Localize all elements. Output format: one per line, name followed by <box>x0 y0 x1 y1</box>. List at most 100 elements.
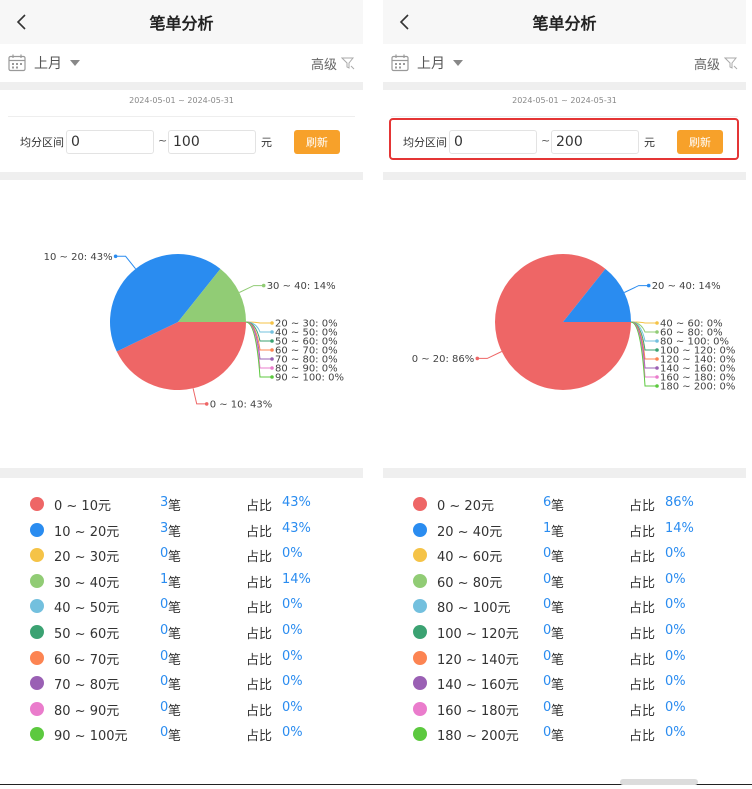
range-min-input[interactable] <box>449 130 537 154</box>
advanced-filter-button[interactable]: 高级 <box>694 52 738 74</box>
leader-dot <box>270 330 274 334</box>
legend-count-unit: 笔 <box>168 550 182 566</box>
leader-dot <box>113 254 118 259</box>
legend-row: 160 ~ 180元 0 笔占比 0% <box>383 697 746 721</box>
legend-count-unit: 笔 <box>168 703 182 719</box>
caret-down-icon <box>70 60 80 66</box>
legend-row: 100 ~ 120元 0 笔占比 0% <box>383 620 746 644</box>
calendar-icon[interactable] <box>390 53 410 73</box>
refresh-button[interactable]: 刷新 <box>677 130 723 154</box>
calendar-icon[interactable] <box>7 53 27 73</box>
legend-pct: 0% <box>282 725 303 741</box>
legend-pct-label: 占比 <box>629 575 656 591</box>
legend-dot <box>413 573 427 588</box>
legend-dot <box>413 599 427 614</box>
legend-pct-label: 占比 <box>629 601 656 617</box>
slice-label: 0 ~ 10: 43% <box>210 399 273 410</box>
nav-header: 笔单分析 <box>0 0 363 44</box>
legend-dot <box>413 548 427 563</box>
legend-dot <box>30 676 44 691</box>
legend-row: 40 ~ 50元 0 笔占比 0% <box>0 594 363 618</box>
month-selector[interactable]: 上月 <box>417 52 463 74</box>
range-row: 均分区间 ~ 元 刷新 <box>0 124 363 160</box>
legend-pct: 0% <box>282 699 303 715</box>
legend-dot <box>30 727 44 742</box>
legend-name: 10 ~ 20元 <box>54 524 120 540</box>
legend-pct-label: 占比 <box>246 499 273 514</box>
advanced-label: 高级 <box>693 57 720 73</box>
legend-count-unit: 笔 <box>168 499 182 514</box>
slice-label: 10 ~ 20: 43% <box>44 252 113 263</box>
legend-name: 160 ~ 180元 <box>437 703 519 719</box>
leader-dot <box>655 330 659 334</box>
legend-pct: 0% <box>665 546 686 562</box>
legend-name: 0 ~ 10元 <box>54 499 111 514</box>
legend-count-unit: 笔 <box>551 627 565 642</box>
range-row: 均分区间 ~ 元 刷新 <box>383 124 746 160</box>
divider <box>391 116 738 117</box>
legend-row: 10 ~ 20元 3 笔占比 43% <box>0 518 363 542</box>
legend-pct-label: 占比 <box>246 703 273 719</box>
advanced-filter-button[interactable]: 高级 <box>311 52 355 74</box>
range-min-input[interactable] <box>66 130 154 154</box>
funnel-icon <box>724 57 738 70</box>
leader-dot <box>655 348 659 352</box>
legend-count-unit: 笔 <box>168 601 182 617</box>
legend-name: 100 ~ 120元 <box>437 627 519 642</box>
month-label: 上月 <box>417 56 445 72</box>
legend-name: 80 ~ 90元 <box>54 703 120 719</box>
legend-row: 0 ~ 10元 3 笔占比 43% <box>0 492 363 516</box>
leader-dot <box>655 321 659 325</box>
legend-pct-label: 占比 <box>629 499 656 514</box>
legend-row: 60 ~ 80元 0 笔占比 0% <box>383 569 746 593</box>
leader-line <box>624 285 649 293</box>
leader-dot <box>655 366 659 370</box>
legend-pct-label: 占比 <box>629 550 656 566</box>
leader-line <box>477 351 502 359</box>
panel-divider <box>363 0 383 789</box>
legend-name: 60 ~ 70元 <box>54 652 120 668</box>
leader-dot <box>270 348 274 352</box>
panel-left: 笔单分析 上月 高级 2024-05-01 ~ 2024-05-31 均分区间 … <box>0 0 363 789</box>
legend-dot <box>413 625 427 639</box>
legend-name: 30 ~ 40元 <box>54 575 120 591</box>
pie-chart: 0 ~ 10: 43%10 ~ 20: 43%20 ~ 30: 0%30 ~ 4… <box>44 252 344 411</box>
legend-dot <box>413 497 427 511</box>
section-gap <box>0 468 363 478</box>
legend-name: 140 ~ 160元 <box>437 678 519 694</box>
legend-pct: 43% <box>282 495 311 510</box>
legend-count-unit: 笔 <box>168 678 182 694</box>
divider <box>8 116 355 117</box>
legend-pct-label: 占比 <box>629 627 656 642</box>
page-title: 笔单分析 <box>149 14 214 33</box>
legend-row: 20 ~ 40元 1 笔占比 14% <box>383 518 746 542</box>
month-selector[interactable]: 上月 <box>34 52 80 74</box>
slice-label: 20 ~ 40: 14% <box>652 281 721 292</box>
legend-dot <box>30 599 44 614</box>
legend-pct: 43% <box>282 520 311 536</box>
legend-count-unit: 笔 <box>551 524 565 540</box>
range-tilde: ~ <box>158 134 168 147</box>
refresh-button[interactable]: 刷新 <box>294 130 340 154</box>
legend-pct-label: 占比 <box>246 601 273 617</box>
legend-row: 80 ~ 90元 0 笔占比 0% <box>0 697 363 721</box>
leader-dot <box>270 375 274 379</box>
scrollbar-thumb[interactable] <box>620 779 698 785</box>
caret-down-icon <box>453 60 463 66</box>
legend-pct: 0% <box>282 546 303 562</box>
legend-pct: 0% <box>282 597 303 613</box>
legend-count-unit: 笔 <box>551 601 565 617</box>
legend-dot <box>413 676 427 691</box>
legend-pct: 0% <box>665 674 686 690</box>
leader-dot <box>655 375 659 379</box>
legend-count-unit: 笔 <box>551 499 565 514</box>
section-gap <box>0 82 363 90</box>
slice-label: 180 ~ 200: 0% <box>660 382 735 393</box>
leader-dot <box>655 384 659 388</box>
legend-count-unit: 笔 <box>168 575 182 591</box>
legend-name: 40 ~ 50元 <box>54 601 120 617</box>
legend-count-unit: 笔 <box>168 627 182 642</box>
legend-pct: 0% <box>665 725 686 741</box>
range-max-input[interactable] <box>551 130 639 154</box>
range-max-input[interactable] <box>168 130 256 154</box>
